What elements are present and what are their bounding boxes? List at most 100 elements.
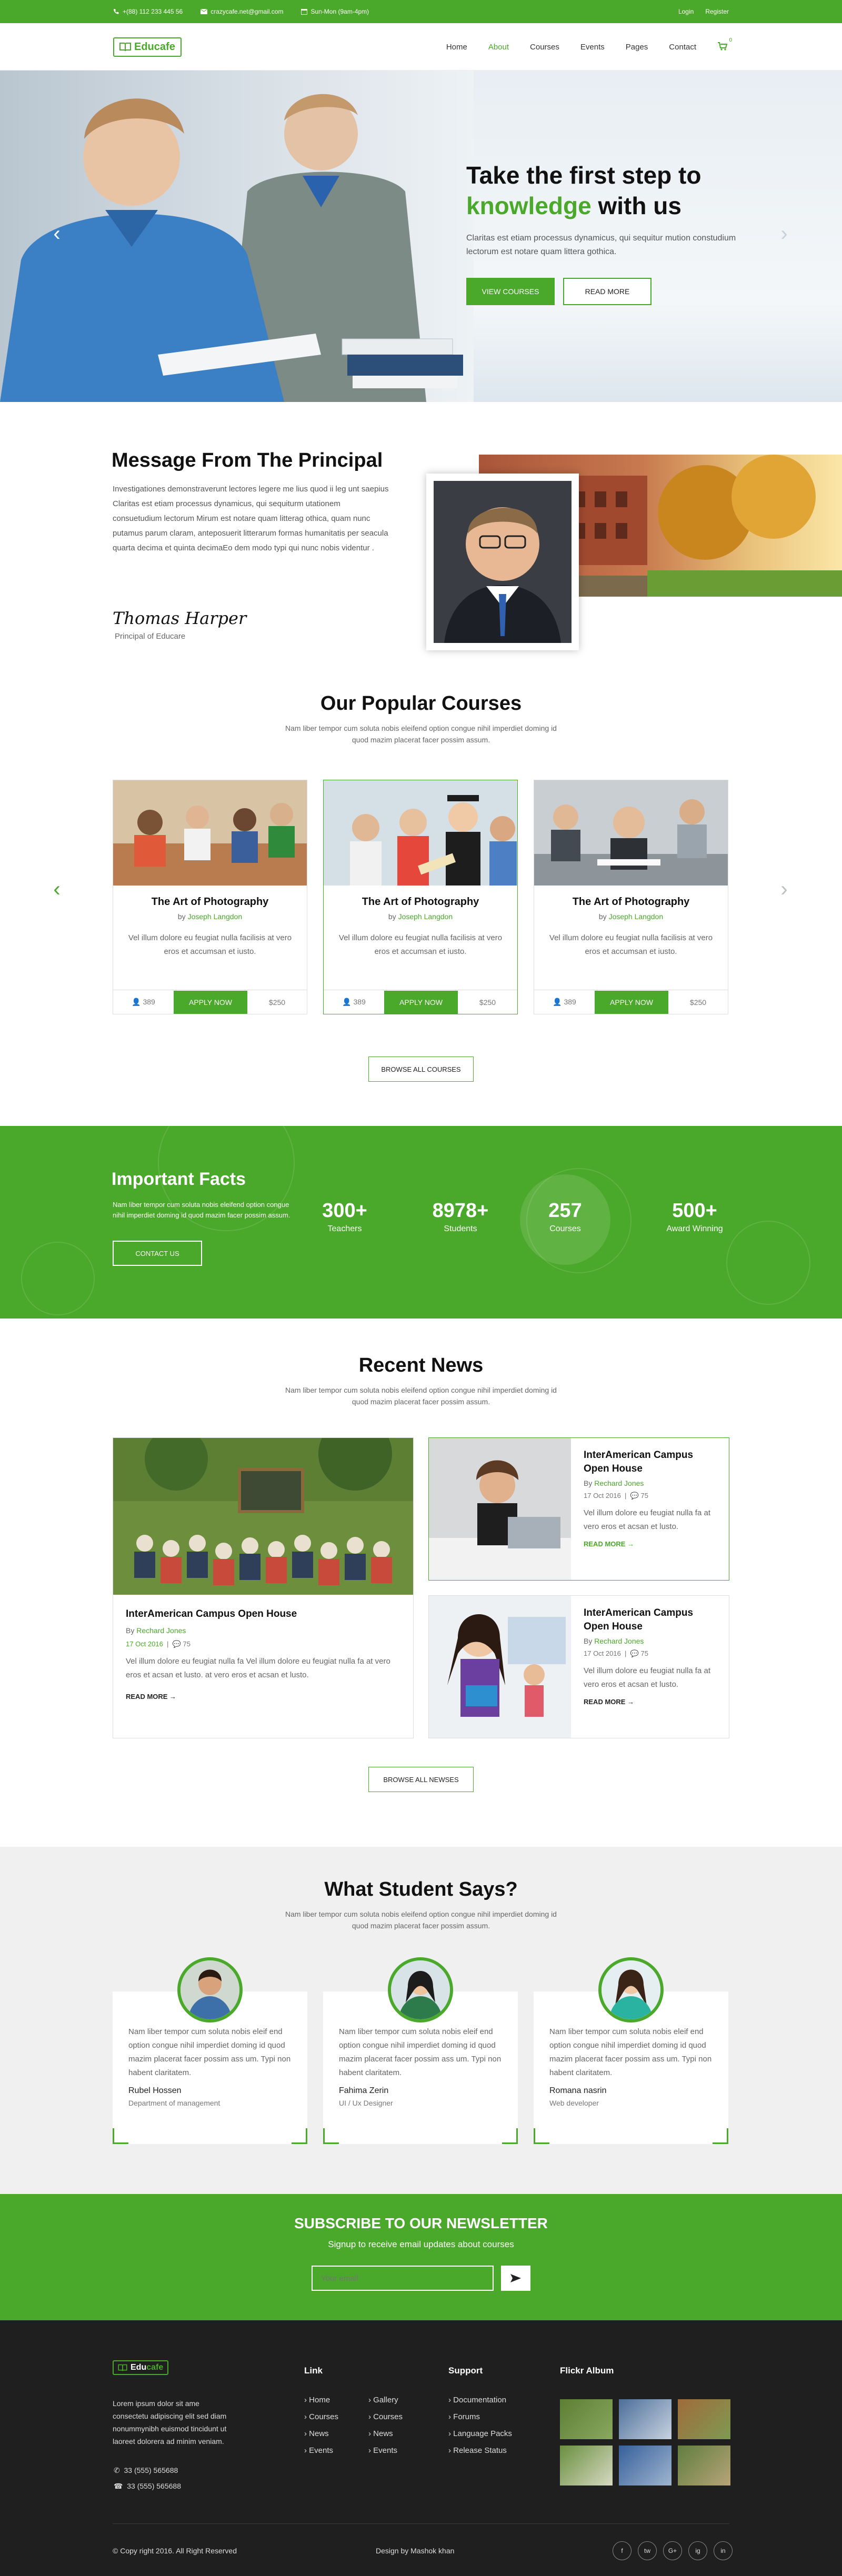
flickr-thumb[interactable] bbox=[619, 2399, 671, 2439]
courses-section: Our Popular Courses Nam liber tempor cum… bbox=[0, 668, 842, 1126]
read-more-link[interactable]: READ MORE → bbox=[126, 1693, 400, 1700]
comment-icon: 💬 bbox=[630, 1492, 639, 1500]
register-link[interactable]: Register bbox=[705, 8, 729, 15]
footer-link[interactable]: Documentation bbox=[453, 2396, 506, 2404]
send-icon bbox=[510, 2274, 521, 2282]
flickr-thumb[interactable] bbox=[560, 2399, 613, 2439]
course-image bbox=[324, 780, 517, 886]
courses-next-arrow[interactable]: › bbox=[778, 879, 790, 900]
browse-all-courses-button[interactable]: BROWSE ALL COURSES bbox=[368, 1056, 474, 1082]
cart-count: 0 bbox=[729, 37, 732, 43]
nav-home[interactable]: Home bbox=[446, 43, 467, 52]
course-title[interactable]: The Art of Photography bbox=[324, 896, 517, 908]
course-card[interactable]: The Art of Photography by Joseph Langdon… bbox=[113, 780, 307, 1014]
course-description: Vel illum dolore eu feugiat nulla facili… bbox=[128, 933, 292, 956]
footer: Edu cafe Lorem ipsum dolor sit ame consec… bbox=[0, 2320, 842, 2576]
news-title-link[interactable]: InterAmerican Campus Open House bbox=[126, 1607, 400, 1621]
social-links: f tw G+ ig in bbox=[613, 2541, 733, 2560]
flickr-thumb[interactable] bbox=[560, 2446, 613, 2486]
footer-link[interactable]: Courses bbox=[309, 2412, 338, 2421]
footer-logo[interactable]: Edu cafe bbox=[113, 2360, 169, 2375]
hero-next-arrow[interactable]: › bbox=[778, 223, 790, 244]
footer-link[interactable]: Gallery bbox=[373, 2396, 398, 2404]
footer-link[interactable]: Release Status bbox=[453, 2446, 507, 2455]
footer-link[interactable]: Events bbox=[373, 2446, 397, 2455]
phone-icon bbox=[114, 9, 119, 14]
browse-all-news-button[interactable]: BROWSE ALL NEWSES bbox=[368, 1767, 474, 1792]
course-title[interactable]: The Art of Photography bbox=[113, 896, 307, 908]
mail-icon bbox=[201, 9, 208, 14]
testimonial-name: Romana nasrin bbox=[549, 2086, 607, 2095]
news-image bbox=[429, 1596, 571, 1738]
course-title[interactable]: The Art of Photography bbox=[534, 896, 728, 908]
cart-button[interactable]: 0 bbox=[717, 37, 732, 52]
testimonials-title: What Student Says? bbox=[324, 1878, 518, 1900]
news-card-side[interactable]: InterAmerican Campus Open House By Recha… bbox=[428, 1437, 729, 1581]
linkedin-icon[interactable]: in bbox=[714, 2541, 733, 2560]
apply-now-button[interactable]: APPLY NOW bbox=[384, 990, 458, 1014]
principal-section: Message From The Principal Investigation… bbox=[0, 402, 842, 665]
twitter-icon[interactable]: tw bbox=[638, 2541, 657, 2560]
news-card-main[interactable]: InterAmerican Campus Open House By Recha… bbox=[113, 1437, 414, 1738]
newsletter-email-input[interactable] bbox=[312, 2266, 494, 2291]
footer-link[interactable]: Courses bbox=[373, 2412, 403, 2421]
facebook-icon[interactable]: f bbox=[613, 2541, 632, 2560]
news-title-link[interactable]: InterAmerican Campus Open House bbox=[584, 1606, 720, 1634]
footer-link[interactable]: Home bbox=[309, 2396, 330, 2404]
nav-pages[interactable]: Pages bbox=[626, 43, 648, 52]
testimonial-text: Nam liber tempor cum soluta nobis eleif … bbox=[549, 2027, 712, 2077]
read-more-link[interactable]: READ MORE → bbox=[584, 1540, 720, 1548]
footer-link[interactable]: News bbox=[373, 2429, 393, 2438]
facts-section: Important Facts Nam liber tempor cum sol… bbox=[0, 1126, 842, 1319]
footer-link[interactable]: Language Packs bbox=[453, 2429, 512, 2438]
news-title: Recent News bbox=[358, 1354, 484, 1376]
flickr-thumb[interactable] bbox=[678, 2446, 730, 2486]
apply-now-button[interactable]: APPLY NOW bbox=[595, 990, 668, 1014]
news-image bbox=[429, 1438, 571, 1580]
topbar-email[interactable]: crazycafe.net@gmail.com bbox=[201, 8, 283, 15]
apply-now-button[interactable]: APPLY NOW bbox=[174, 990, 247, 1014]
nav-contact[interactable]: Contact bbox=[669, 43, 696, 52]
nav-courses[interactable]: Courses bbox=[530, 43, 559, 52]
news-title-link[interactable]: InterAmerican Campus Open House bbox=[584, 1448, 720, 1476]
contact-us-button[interactable]: CONTACT US bbox=[113, 1241, 202, 1266]
login-link[interactable]: Login bbox=[678, 8, 694, 15]
news-card-side[interactable]: InterAmerican Campus Open House By Recha… bbox=[428, 1595, 729, 1738]
flickr-thumb[interactable] bbox=[619, 2446, 671, 2486]
hero-prev-arrow[interactable]: ‹ bbox=[51, 223, 63, 244]
testimonial-role: Department of management bbox=[128, 2099, 220, 2107]
site-logo[interactable]: Edu cafe bbox=[113, 37, 182, 57]
read-more-link[interactable]: READ MORE → bbox=[584, 1698, 720, 1706]
course-card[interactable]: The Art of Photography by Joseph Langdon… bbox=[323, 780, 518, 1014]
course-students: 👤 389 bbox=[132, 998, 155, 1006]
hero-text: Take the first step to knowledge with us… bbox=[466, 160, 761, 305]
news-author: By Rechard Jones bbox=[126, 1626, 186, 1635]
newsletter-submit-button[interactable] bbox=[501, 2266, 530, 2291]
user-icon: 👤 bbox=[132, 998, 141, 1006]
user-icon: 👤 bbox=[553, 998, 562, 1006]
testimonial-text: Nam liber tempor cum soluta nobis eleif … bbox=[128, 2027, 291, 2077]
hero-students-photo bbox=[0, 94, 463, 402]
footer-link[interactable]: Forums bbox=[453, 2412, 480, 2421]
courses-prev-arrow[interactable]: ‹ bbox=[51, 879, 63, 900]
testimonial-role: Web developer bbox=[549, 2099, 599, 2107]
footer-links-col1: › Home › Courses › News › Events bbox=[304, 2396, 339, 2455]
flickr-thumb[interactable] bbox=[678, 2399, 730, 2439]
news-subtitle: Nam liber tempor cum soluta nobis eleife… bbox=[285, 1386, 557, 1406]
read-more-button[interactable]: READ MORE bbox=[563, 278, 651, 305]
course-card[interactable]: The Art of Photography by Joseph Langdon… bbox=[534, 780, 728, 1014]
nav-events[interactable]: Events bbox=[580, 43, 605, 52]
main-header: Edu cafe Home About Courses Events Pages … bbox=[0, 23, 842, 71]
course-students: 👤 389 bbox=[342, 998, 366, 1006]
top-bar: +(88) 112 233 445 56 crazycafe.net@gmail… bbox=[0, 0, 842, 23]
view-courses-button[interactable]: VIEW COURSES bbox=[466, 278, 555, 305]
news-description: Vel illum dolore eu feugiat nulla fa Vel… bbox=[126, 1657, 390, 1679]
google-plus-icon[interactable]: G+ bbox=[663, 2541, 682, 2560]
course-image bbox=[534, 780, 728, 886]
instagram-icon[interactable]: ig bbox=[688, 2541, 707, 2560]
footer-link[interactable]: Events bbox=[309, 2446, 333, 2455]
footer-link[interactable]: News bbox=[309, 2429, 329, 2438]
cart-icon bbox=[718, 42, 728, 51]
principal-signature: Thomas Harper bbox=[113, 608, 247, 628]
nav-about[interactable]: About bbox=[488, 43, 509, 52]
